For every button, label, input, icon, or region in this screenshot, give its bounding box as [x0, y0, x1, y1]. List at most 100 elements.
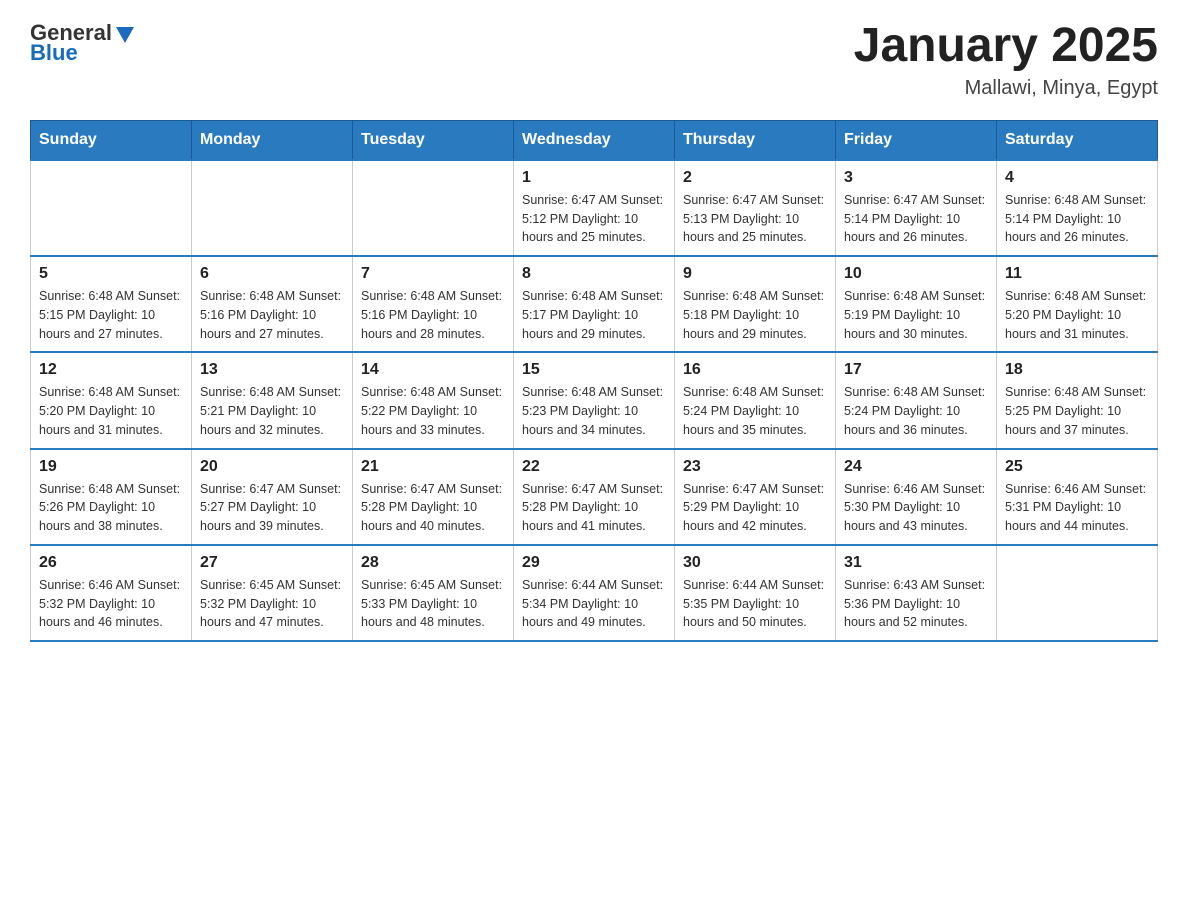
table-row: 16 Sunrise: 6:48 AM Sunset: 5:24 PM Dayli…: [675, 352, 836, 448]
day-number: 23: [683, 458, 827, 476]
day-info: Sunrise: 6:48 AM Sunset: 5:21 PM Dayligh…: [200, 383, 344, 439]
day-number: 30: [683, 554, 827, 572]
day-info: Sunrise: 6:48 AM Sunset: 5:24 PM Dayligh…: [844, 383, 988, 439]
table-row: 27 Sunrise: 6:45 AM Sunset: 5:32 PM Dayli…: [192, 545, 353, 641]
header-monday: Monday: [192, 120, 353, 160]
day-number: 11: [1005, 265, 1149, 283]
day-number: 31: [844, 554, 988, 572]
day-info: Sunrise: 6:43 AM Sunset: 5:36 PM Dayligh…: [844, 576, 988, 632]
table-row: 5 Sunrise: 6:48 AM Sunset: 5:15 PM Daylig…: [31, 256, 192, 352]
day-number: 9: [683, 265, 827, 283]
header-sunday: Sunday: [31, 120, 192, 160]
day-number: 1: [522, 169, 666, 187]
day-info: Sunrise: 6:48 AM Sunset: 5:19 PM Dayligh…: [844, 287, 988, 343]
table-row: 19Sunrise: 6:48 AM Sunset: 5:26 PM Dayli…: [31, 449, 192, 545]
header-wednesday: Wednesday: [514, 120, 675, 160]
table-row: 25 Sunrise: 6:46 AM Sunset: 5:31 PM Dayli…: [997, 449, 1158, 545]
table-row: 10 Sunrise: 6:48 AM Sunset: 5:19 PM Dayli…: [836, 256, 997, 352]
day-info: Sunrise: 6:47 AM Sunset: 5:12 PM Dayligh…: [522, 191, 666, 247]
calendar-title: January 2025: [854, 20, 1158, 73]
day-number: 5: [39, 265, 183, 283]
table-row: 18Sunrise: 6:48 AM Sunset: 5:25 PM Dayli…: [997, 352, 1158, 448]
table-row: 8Sunrise: 6:48 AM Sunset: 5:17 PM Daylig…: [514, 256, 675, 352]
day-number: 24: [844, 458, 988, 476]
day-info: Sunrise: 6:48 AM Sunset: 5:24 PM Dayligh…: [683, 383, 827, 439]
day-info: Sunrise: 6:48 AM Sunset: 5:20 PM Dayligh…: [39, 383, 183, 439]
table-row: 31 Sunrise: 6:43 AM Sunset: 5:36 PM Dayli…: [836, 545, 997, 641]
table-row: 29Sunrise: 6:44 AM Sunset: 5:34 PM Dayli…: [514, 545, 675, 641]
day-number: 2: [683, 169, 827, 187]
table-row: 15Sunrise: 6:48 AM Sunset: 5:23 PM Dayli…: [514, 352, 675, 448]
table-row: 12 Sunrise: 6:48 AM Sunset: 5:20 PM Dayli…: [31, 352, 192, 448]
table-row: 24 Sunrise: 6:46 AM Sunset: 5:30 PM Dayli…: [836, 449, 997, 545]
header-saturday: Saturday: [997, 120, 1158, 160]
title-block: January 2025 Mallawi, Minya, Egypt: [854, 20, 1158, 100]
day-info: Sunrise: 6:47 AM Sunset: 5:13 PM Dayligh…: [683, 191, 827, 247]
table-row: 14 Sunrise: 6:48 AM Sunset: 5:22 PM Dayli…: [353, 352, 514, 448]
day-info: Sunrise: 6:45 AM Sunset: 5:33 PM Dayligh…: [361, 576, 505, 632]
table-row: 13 Sunrise: 6:48 AM Sunset: 5:21 PM Dayli…: [192, 352, 353, 448]
day-info: Sunrise: 6:44 AM Sunset: 5:35 PM Dayligh…: [683, 576, 827, 632]
day-number: 14: [361, 361, 505, 379]
logo-blue-text: Blue: [30, 40, 78, 66]
header-tuesday: Tuesday: [353, 120, 514, 160]
day-info: Sunrise: 6:48 AM Sunset: 5:14 PM Dayligh…: [1005, 191, 1149, 247]
day-number: 12: [39, 361, 183, 379]
day-info: Sunrise: 6:47 AM Sunset: 5:28 PM Dayligh…: [361, 480, 505, 536]
day-number: 16: [683, 361, 827, 379]
day-info: Sunrise: 6:47 AM Sunset: 5:14 PM Dayligh…: [844, 191, 988, 247]
day-number: 7: [361, 265, 505, 283]
day-info: Sunrise: 6:46 AM Sunset: 5:31 PM Dayligh…: [1005, 480, 1149, 536]
day-info: Sunrise: 6:48 AM Sunset: 5:22 PM Dayligh…: [361, 383, 505, 439]
table-row: 9Sunrise: 6:48 AM Sunset: 5:18 PM Daylig…: [675, 256, 836, 352]
table-row: 4 Sunrise: 6:48 AM Sunset: 5:14 PM Daylig…: [997, 160, 1158, 256]
table-row: 28 Sunrise: 6:45 AM Sunset: 5:33 PM Dayli…: [353, 545, 514, 641]
day-info: Sunrise: 6:46 AM Sunset: 5:30 PM Dayligh…: [844, 480, 988, 536]
day-number: 6: [200, 265, 344, 283]
table-row: 21 Sunrise: 6:47 AM Sunset: 5:28 PM Dayli…: [353, 449, 514, 545]
header-friday: Friday: [836, 120, 997, 160]
table-row: 2 Sunrise: 6:47 AM Sunset: 5:13 PM Daylig…: [675, 160, 836, 256]
day-info: Sunrise: 6:44 AM Sunset: 5:34 PM Dayligh…: [522, 576, 666, 632]
day-number: 25: [1005, 458, 1149, 476]
header-thursday: Thursday: [675, 120, 836, 160]
day-number: 20: [200, 458, 344, 476]
day-info: Sunrise: 6:46 AM Sunset: 5:32 PM Dayligh…: [39, 576, 183, 632]
day-number: 3: [844, 169, 988, 187]
day-info: Sunrise: 6:48 AM Sunset: 5:17 PM Dayligh…: [522, 287, 666, 343]
table-row: 3 Sunrise: 6:47 AM Sunset: 5:14 PM Daylig…: [836, 160, 997, 256]
calendar-header-row: Sunday Monday Tuesday Wednesday Thursday…: [31, 120, 1158, 160]
table-row: 23Sunrise: 6:47 AM Sunset: 5:29 PM Dayli…: [675, 449, 836, 545]
day-number: 18: [1005, 361, 1149, 379]
page-header: General Blue January 2025 Mallawi, Minya…: [30, 20, 1158, 100]
calendar-table: Sunday Monday Tuesday Wednesday Thursday…: [30, 120, 1158, 642]
table-row: 7Sunrise: 6:48 AM Sunset: 5:16 PM Daylig…: [353, 256, 514, 352]
table-row: 6 Sunrise: 6:48 AM Sunset: 5:16 PM Daylig…: [192, 256, 353, 352]
day-number: 19: [39, 458, 183, 476]
day-info: Sunrise: 6:48 AM Sunset: 5:15 PM Dayligh…: [39, 287, 183, 343]
day-number: 22: [522, 458, 666, 476]
day-info: Sunrise: 6:48 AM Sunset: 5:16 PM Dayligh…: [200, 287, 344, 343]
table-row: 17 Sunrise: 6:48 AM Sunset: 5:24 PM Dayli…: [836, 352, 997, 448]
day-number: 4: [1005, 169, 1149, 187]
day-info: Sunrise: 6:48 AM Sunset: 5:20 PM Dayligh…: [1005, 287, 1149, 343]
calendar-week-4: 19Sunrise: 6:48 AM Sunset: 5:26 PM Dayli…: [31, 449, 1158, 545]
day-number: 28: [361, 554, 505, 572]
day-number: 10: [844, 265, 988, 283]
table-row: 22Sunrise: 6:47 AM Sunset: 5:28 PM Dayli…: [514, 449, 675, 545]
calendar-week-3: 12 Sunrise: 6:48 AM Sunset: 5:20 PM Dayli…: [31, 352, 1158, 448]
day-number: 27: [200, 554, 344, 572]
day-number: 13: [200, 361, 344, 379]
logo: General Blue: [30, 20, 136, 66]
table-row: 26Sunrise: 6:46 AM Sunset: 5:32 PM Dayli…: [31, 545, 192, 641]
table-row: 30 Sunrise: 6:44 AM Sunset: 5:35 PM Dayli…: [675, 545, 836, 641]
day-info: Sunrise: 6:45 AM Sunset: 5:32 PM Dayligh…: [200, 576, 344, 632]
day-number: 21: [361, 458, 505, 476]
table-row: [192, 160, 353, 256]
table-row: 1 Sunrise: 6:47 AM Sunset: 5:12 PM Daylig…: [514, 160, 675, 256]
table-row: [31, 160, 192, 256]
day-number: 17: [844, 361, 988, 379]
calendar-week-1: 1 Sunrise: 6:47 AM Sunset: 5:12 PM Daylig…: [31, 160, 1158, 256]
table-row: [997, 545, 1158, 641]
calendar-subtitle: Mallawi, Minya, Egypt: [854, 77, 1158, 100]
